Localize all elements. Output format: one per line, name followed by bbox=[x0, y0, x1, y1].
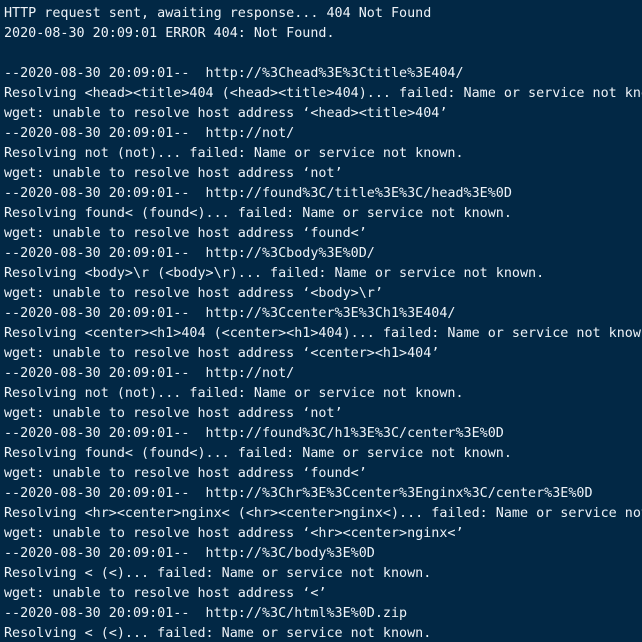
terminal-line-request: --2020-08-30 20:09:01-- http://%3Ccenter… bbox=[4, 306, 456, 321]
terminal-line-resolving: Resolving <body>\r (<body>\r)... failed:… bbox=[4, 266, 545, 281]
terminal-line-wget-error: wget: unable to resolve host address ‘no… bbox=[4, 406, 343, 421]
terminal-line-request: --2020-08-30 20:09:01-- http://not/ bbox=[4, 366, 295, 381]
terminal-line-request: --2020-08-30 20:09:01-- http://found%3C/… bbox=[4, 186, 512, 201]
terminal-line-wget-error: wget: unable to resolve host address ‘no… bbox=[4, 166, 343, 181]
terminal-line-request: --2020-08-30 20:09:01-- http://%3Cbody%3… bbox=[4, 246, 375, 261]
terminal-line-resolving: Resolving found< (found<)... failed: Nam… bbox=[4, 206, 512, 221]
terminal-line-resolving: Resolving found< (found<)... failed: Nam… bbox=[4, 446, 512, 461]
terminal-line-resolving: Resolving not (not)... failed: Name or s… bbox=[4, 146, 464, 161]
terminal-line-status: HTTP request sent, awaiting response... … bbox=[4, 6, 432, 21]
terminal-line-resolving: Resolving < (<)... failed: Name or servi… bbox=[4, 566, 432, 581]
terminal-line-resolving: Resolving <hr><center>nginx< (<hr><cente… bbox=[4, 506, 642, 521]
terminal-line-wget-error: wget: unable to resolve host address ‘<’ bbox=[4, 586, 327, 601]
terminal-line-request: --2020-08-30 20:09:01-- http://%3C/body%… bbox=[4, 546, 375, 561]
terminal-output-console[interactable]: HTTP request sent, awaiting response... … bbox=[0, 0, 642, 642]
terminal-line-wget-error: wget: unable to resolve host address ‘fo… bbox=[4, 466, 367, 481]
terminal-line-request: --2020-08-30 20:09:01-- http://found%3C/… bbox=[4, 426, 504, 441]
terminal-line-wget-error: wget: unable to resolve host address ‘<c… bbox=[4, 346, 440, 361]
terminal-line-resolving: Resolving not (not)... failed: Name or s… bbox=[4, 386, 464, 401]
terminal-line-request: --2020-08-30 20:09:01-- http://%3Chr%3E%… bbox=[4, 486, 593, 501]
terminal-line-wget-error: wget: unable to resolve host address ‘<b… bbox=[4, 286, 383, 301]
terminal-line-wget-error: wget: unable to resolve host address ‘<h… bbox=[4, 526, 464, 541]
terminal-line-request: --2020-08-30 20:09:01-- http://not/ bbox=[4, 126, 295, 141]
terminal-line-resolving: Resolving <head><title>404 (<head><title… bbox=[4, 86, 642, 101]
terminal-line-request: --2020-08-30 20:09:01-- http://%3C/html%… bbox=[4, 606, 408, 621]
terminal-line-wget-error: wget: unable to resolve host address ‘fo… bbox=[4, 226, 367, 241]
terminal-line-wget-error: wget: unable to resolve host address ‘<h… bbox=[4, 106, 448, 121]
terminal-line-request: --2020-08-30 20:09:01-- http://%3Chead%3… bbox=[4, 66, 464, 81]
terminal-line-error: 2020-08-30 20:09:01 ERROR 404: Not Found… bbox=[4, 26, 335, 41]
terminal-line-resolving: Resolving < (<)... failed: Name or servi… bbox=[4, 626, 432, 641]
terminal-line-resolving: Resolving <center><h1>404 (<center><h1>4… bbox=[4, 326, 642, 341]
